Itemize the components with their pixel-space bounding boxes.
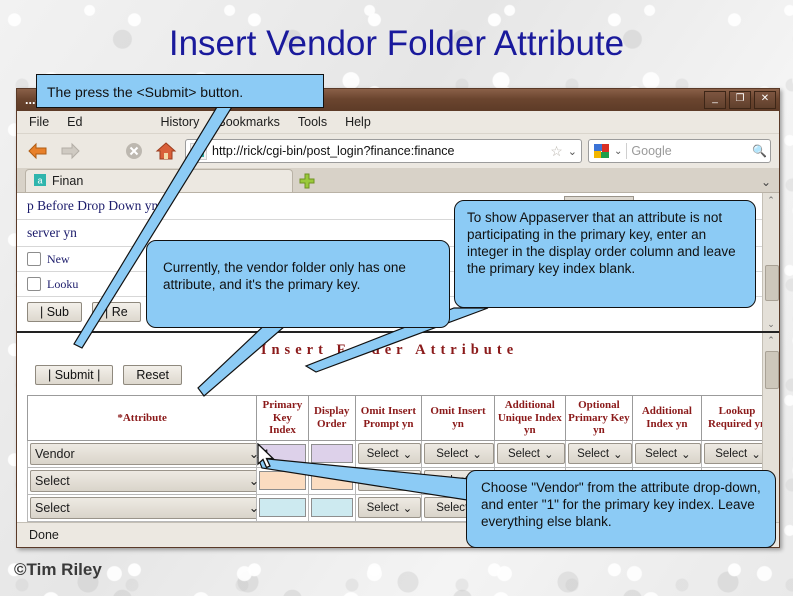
divider	[626, 143, 628, 159]
col-omit-insert-prompt-yn: Omit Insert Prompt yn	[354, 395, 423, 441]
scroll-up-icon[interactable]: ⌃	[763, 333, 779, 347]
attribute-select-value: Vendor	[35, 446, 75, 461]
mouse-cursor-icon	[256, 442, 278, 476]
additional-unique-index-select-row1[interactable]: Select ⌄	[496, 443, 565, 464]
cell-attribute: Vendor ⌄	[26, 439, 265, 468]
col-additional-index-yn: Additional Index yn	[632, 395, 702, 441]
col-display-order: Display Order	[307, 395, 356, 441]
cell-attribute: Select ⌄	[26, 466, 265, 495]
callout-choose-vendor: Choose "Vendor" from the attribute drop-…	[466, 470, 776, 548]
bookmark-star-icon[interactable]: ☆	[550, 143, 563, 160]
table-header-row: *Attribute Primary Key Index Display Ord…	[26, 395, 762, 441]
col-primary-key-index: Primary Key Index	[256, 395, 309, 441]
back-button[interactable]	[25, 138, 51, 164]
select-label: Select	[715, 447, 748, 460]
attribute-select-value: Select	[35, 473, 70, 488]
reset-button[interactable]: Reset	[123, 365, 182, 385]
scroll-up-icon[interactable]: ⌃	[763, 193, 779, 207]
close-icon[interactable]: ✕	[754, 91, 776, 109]
search-icon[interactable]: 🔍	[752, 144, 767, 158]
additional-index-select-row1[interactable]: Select ⌄	[635, 443, 701, 464]
callout-appaserver: To show Appaserver that an attribute is …	[454, 200, 756, 308]
address-bar[interactable]: a http://rick/cgi-bin/post_login?finance…	[185, 139, 582, 163]
minimize-icon[interactable]: _	[704, 91, 726, 109]
chevron-down-icon: ⌄	[681, 448, 691, 461]
lookup-checkbox[interactable]	[27, 277, 41, 291]
chevron-down-icon: ⌄	[751, 448, 761, 461]
search-input[interactable]: Google	[631, 144, 748, 158]
menu-item-tools[interactable]: Tools	[298, 115, 327, 129]
status-text: Done	[29, 528, 59, 542]
cell-additional-index-yn: Select⌄	[632, 439, 702, 468]
callout-vendor-folder: Currently, the vendor folder only has on…	[146, 240, 450, 328]
scroll-thumb[interactable]	[765, 265, 779, 301]
new-checkbox[interactable]	[27, 252, 41, 266]
scroll-thumb[interactable]	[765, 351, 779, 389]
tab-list-chevron-icon[interactable]: ⌄	[761, 175, 771, 189]
menu-item-help[interactable]: Help	[345, 115, 371, 129]
col-optional-primary-key-yn: Optional Primary Key yn	[564, 395, 634, 441]
col-omit-insert-yn: Omit Insert yn	[421, 395, 495, 441]
submit-button[interactable]: | Submit |	[35, 365, 114, 385]
attribute-select-value: Select	[35, 500, 70, 515]
lookup-required-select-row1[interactable]: Select ⌄	[703, 443, 762, 464]
select-label: Select	[577, 447, 610, 460]
select-label: Select	[507, 447, 540, 460]
maximize-icon[interactable]: ❐	[729, 91, 751, 109]
scroll-down-icon[interactable]: ⌄	[763, 317, 779, 331]
chevron-down-icon: ⌄	[613, 448, 623, 461]
menu-item-file[interactable]: File	[29, 115, 49, 129]
cell-additional-unique-index-yn: Select⌄	[493, 439, 566, 468]
attribute-select-row1[interactable]: Vendor ⌄	[30, 442, 265, 465]
chevron-down-icon[interactable]: ⌄	[568, 145, 577, 158]
col-additional-unique-index-yn: Additional Unique Index yn	[493, 395, 566, 441]
col-attribute: *Attribute	[26, 395, 258, 441]
callout-submit: The press the <Submit> button.	[36, 74, 324, 108]
cell-optional-primary-key-yn: Select⌄	[564, 439, 634, 468]
window-controls: _ ❐ ✕	[704, 91, 776, 109]
optional-primary-key-select-row1[interactable]: Select ⌄	[567, 443, 633, 464]
search-engine-chevron-icon[interactable]: ⌄	[614, 146, 622, 157]
svg-text:a: a	[37, 175, 42, 185]
google-icon	[592, 143, 610, 159]
tab-favicon-icon: a	[34, 173, 46, 189]
top-frame-scrollbar[interactable]: ⌃ ⌄	[762, 193, 779, 331]
url-text: http://rick/cgi-bin/post_login?finance:f…	[212, 144, 455, 158]
attribute-select-row2[interactable]: Select ⌄	[30, 469, 265, 492]
copyright-notice: ©Tim Riley	[14, 560, 102, 579]
callout-tail-choose-vendor	[256, 450, 486, 510]
search-bar[interactable]: ⌄ Google 🔍	[588, 139, 771, 163]
cell-attribute: Select ⌄	[26, 493, 265, 522]
page-title: Insert Vendor Folder Attribute	[168, 24, 625, 63]
attribute-select-row3[interactable]: Select ⌄	[30, 496, 265, 519]
scroll-track[interactable]	[763, 207, 779, 317]
select-label: Select	[645, 447, 678, 460]
cell-lookup-required-yn: Select⌄	[700, 439, 762, 468]
chevron-down-icon: ⌄	[543, 448, 554, 461]
col-lookup-required-yn: Lookup Required yn	[700, 395, 762, 441]
new-tab-button[interactable]	[293, 170, 321, 192]
